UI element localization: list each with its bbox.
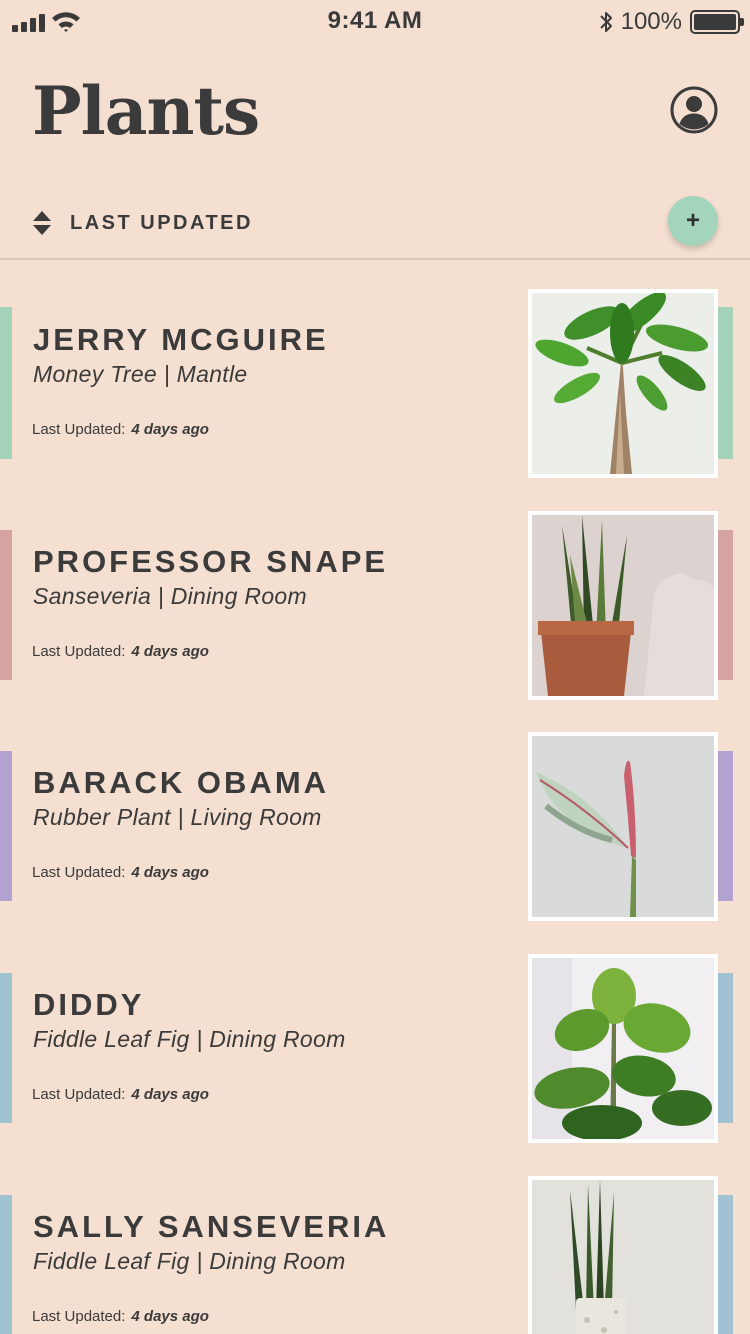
last-updated-label: Last Updated: bbox=[32, 864, 126, 881]
plant-subtitle: Sanseveria | Dining Room bbox=[33, 583, 307, 609]
plant-photo-frame bbox=[528, 289, 718, 478]
bluetooth-icon bbox=[599, 12, 612, 32]
plant-card-barack-obama[interactable]: BARACK OBAMA Rubber Plant | Living Room … bbox=[0, 732, 750, 932]
battery-percentage: 100% bbox=[620, 8, 682, 35]
plant-photo-frame bbox=[528, 954, 718, 1143]
accent-bar-right bbox=[718, 307, 733, 459]
plant-photo-frame bbox=[528, 1176, 718, 1334]
plant-photo-frame bbox=[528, 511, 718, 700]
last-updated-label: Last Updated: bbox=[32, 1086, 126, 1103]
accent-bar-left bbox=[0, 307, 12, 459]
plant-subtitle: Money Tree | Mantle bbox=[33, 361, 248, 387]
accent-bar-right bbox=[718, 530, 733, 680]
plant-card-professor-snape[interactable]: PROFESSOR SNAPE Sanseveria | Dining Room… bbox=[0, 511, 750, 711]
plant-name: JERRY MCGUIRE bbox=[33, 322, 329, 357]
battery-icon bbox=[690, 10, 744, 34]
money-tree-photo bbox=[532, 293, 714, 474]
fiddle-leaf-fig-photo bbox=[532, 958, 714, 1139]
accent-bar-right bbox=[718, 973, 733, 1123]
last-updated-label: Last Updated: bbox=[32, 421, 126, 438]
status-bar: 9:41 AM 100% bbox=[0, 0, 750, 42]
last-updated-label: Last Updated: bbox=[32, 643, 126, 660]
accent-bar-right bbox=[718, 751, 733, 901]
plant-card-diddy[interactable]: DIDDY Fiddle Leaf Fig | Dining Room Last… bbox=[0, 954, 750, 1154]
plant-subtitle: Rubber Plant | Living Room bbox=[33, 804, 322, 830]
sort-updown-icon bbox=[33, 211, 51, 235]
snake-plant-photo bbox=[532, 515, 714, 696]
last-updated-label: Last Updated: bbox=[32, 1308, 126, 1325]
last-updated: Last Updated: 4 days ago bbox=[32, 864, 209, 881]
rubber-plant-photo bbox=[532, 736, 714, 917]
plant-card-sally-sanseveria[interactable]: SALLY SANSEVERIA Fiddle Leaf Fig | Dinin… bbox=[0, 1176, 750, 1334]
last-updated: Last Updated: 4 days ago bbox=[32, 1086, 209, 1103]
plant-name: BARACK OBAMA bbox=[33, 765, 330, 800]
last-updated-value: 4 days ago bbox=[131, 421, 209, 438]
status-right: 100% bbox=[599, 8, 744, 36]
plant-name: DIDDY bbox=[33, 987, 145, 1022]
last-updated-value: 4 days ago bbox=[131, 1308, 209, 1325]
last-updated-value: 4 days ago bbox=[131, 864, 209, 881]
accent-bar-left bbox=[0, 751, 12, 901]
accent-bar-left bbox=[0, 1195, 12, 1334]
sort-label: LAST UPDATED bbox=[70, 211, 253, 234]
plant-name: PROFESSOR SNAPE bbox=[33, 544, 389, 579]
cylindrical-snake-plant-photo bbox=[532, 1180, 714, 1334]
sort-dropdown[interactable]: LAST UPDATED bbox=[32, 210, 253, 236]
user-circle-icon bbox=[670, 86, 718, 134]
accent-bar-right bbox=[718, 1195, 733, 1334]
add-plant-button[interactable]: + bbox=[668, 196, 718, 246]
plant-name: SALLY SANSEVERIA bbox=[33, 1209, 390, 1244]
sort-bar: LAST UPDATED + bbox=[0, 190, 750, 260]
last-updated-value: 4 days ago bbox=[131, 1086, 209, 1103]
plant-subtitle: Fiddle Leaf Fig | Dining Room bbox=[33, 1248, 346, 1274]
accent-bar-left bbox=[0, 530, 12, 680]
plant-card-jerry-mcguire[interactable]: JERRY MCGUIRE Money Tree | Mantle Last U… bbox=[0, 289, 750, 489]
page-title: Plants bbox=[32, 72, 260, 150]
plant-subtitle: Fiddle Leaf Fig | Dining Room bbox=[33, 1026, 346, 1052]
plants-screen: 9:41 AM 100% Plants LAST UPDATED + JERRY… bbox=[0, 0, 750, 1334]
profile-button[interactable] bbox=[670, 86, 718, 134]
accent-bar-left bbox=[0, 973, 12, 1123]
last-updated: Last Updated: 4 days ago bbox=[32, 643, 209, 660]
plant-photo-frame bbox=[528, 732, 718, 921]
last-updated-value: 4 days ago bbox=[131, 643, 209, 660]
last-updated: Last Updated: 4 days ago bbox=[32, 421, 209, 438]
last-updated: Last Updated: 4 days ago bbox=[32, 1308, 209, 1325]
